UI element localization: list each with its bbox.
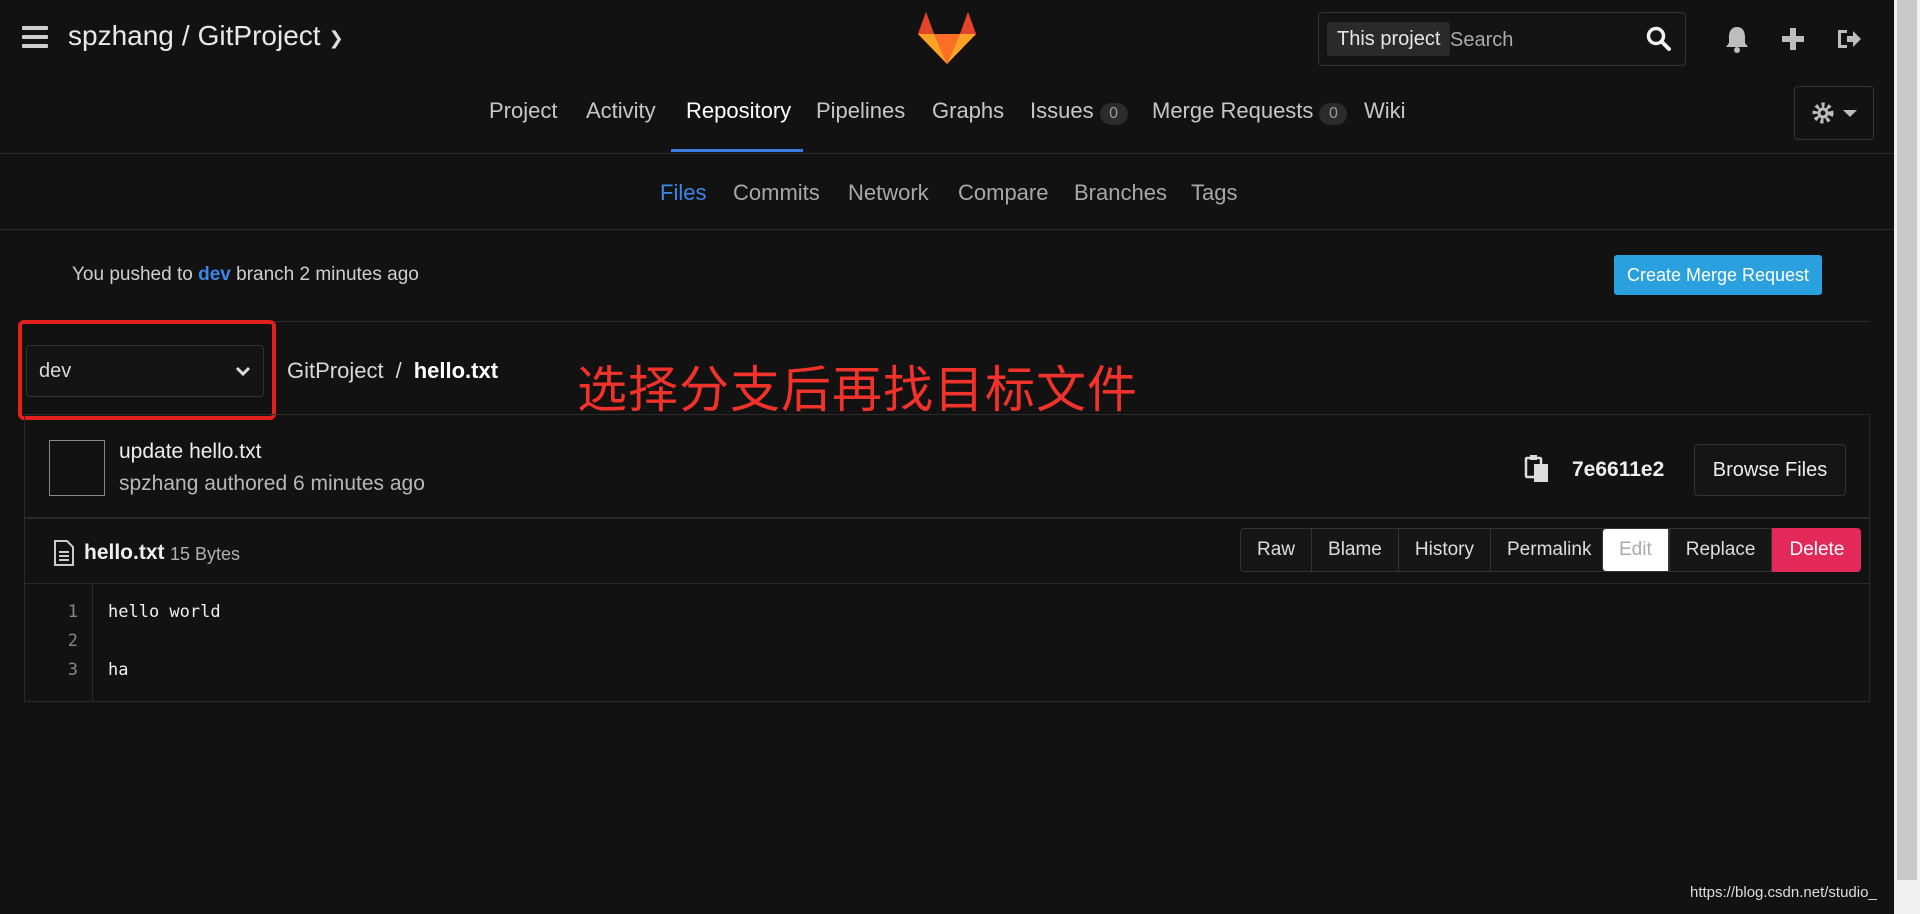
edit-button[interactable]: Edit [1602, 528, 1669, 572]
nav-graphs[interactable]: Graphs [932, 98, 1004, 124]
commit-sha-link[interactable]: 7e6611e2 [1572, 458, 1664, 482]
chevron-down-icon[interactable]: ❯ [329, 28, 344, 49]
sign-out-icon[interactable] [1834, 24, 1864, 54]
blame-button[interactable]: Blame [1311, 528, 1399, 572]
nav-issues[interactable]: Issues 0 [1030, 98, 1128, 125]
breadcrumb-file: hello.txt [413, 358, 499, 383]
push-notice-branch-link[interactable]: dev [198, 264, 231, 285]
hamburger-menu-icon[interactable] [22, 26, 48, 48]
project-nav: Project Activity Repository Pipelines Gr… [0, 86, 1894, 154]
history-button[interactable]: History [1397, 528, 1491, 572]
gitlab-logo-icon[interactable] [918, 12, 976, 64]
breadcrumb-separator: / [395, 358, 402, 383]
search-input[interactable] [1448, 22, 1632, 58]
merge-requests-count-badge: 0 [1319, 103, 1348, 125]
nav-issues-label: Issues [1030, 98, 1094, 123]
subnav-tags[interactable]: Tags [1191, 180, 1237, 206]
nav-activity[interactable]: Activity [586, 98, 656, 124]
commit-title-link[interactable]: update hello.txt [119, 440, 261, 464]
delete-button[interactable]: Delete [1772, 528, 1862, 572]
file-header-divider [24, 583, 1870, 584]
nav-wiki[interactable]: Wiki [1364, 98, 1406, 124]
title-separator: / [181, 20, 190, 51]
line-number[interactable]: 3 [24, 660, 78, 680]
nav-merge-requests-label: Merge Requests [1152, 98, 1314, 123]
file-action-group: Raw Blame History Permalink [1240, 528, 1609, 572]
subnav-compare[interactable]: Compare [958, 180, 1048, 206]
create-merge-request-button[interactable]: Create Merge Request [1614, 255, 1822, 295]
subnav-commits[interactable]: Commits [733, 180, 820, 206]
permalink-button[interactable]: Permalink [1490, 528, 1609, 572]
push-notice-suffix: branch 2 minutes ago [236, 264, 419, 285]
file-edit-group: Edit Replace Delete [1602, 528, 1862, 572]
line-number[interactable]: 2 [24, 631, 78, 651]
project-title[interactable]: spzhang / GitProject ❯ [68, 20, 344, 52]
annotation-text: 选择分支后再找目标文件 [577, 361, 1138, 419]
nav-divider [0, 153, 1894, 154]
push-notice-prefix: You pushed to [72, 264, 193, 285]
notice-divider [24, 321, 1870, 322]
bell-icon[interactable] [1722, 24, 1752, 54]
avatar[interactable] [49, 440, 105, 496]
subnav-network[interactable]: Network [848, 180, 929, 206]
nav-repository[interactable]: Repository [686, 98, 791, 124]
namespace-label[interactable]: spzhang [68, 20, 174, 52]
file-text-icon [54, 540, 74, 566]
code-line: hello world [108, 602, 221, 622]
commit-meta: spzhang authored 6 minutes ago [119, 472, 425, 495]
nav-merge-requests[interactable]: Merge Requests 0 [1152, 98, 1348, 125]
annotation-highlight-box [18, 320, 276, 420]
raw-button[interactable]: Raw [1240, 528, 1313, 572]
browse-files-button[interactable]: Browse Files [1694, 444, 1846, 496]
push-notice: You pushed to dev branch 2 minutes ago [72, 264, 419, 286]
page-scrollbar-thumb[interactable] [1897, 0, 1917, 880]
watermark: https://blog.csdn.net/studio_ [1690, 884, 1877, 901]
active-tab-indicator [671, 149, 803, 152]
subnav-divider [0, 229, 1894, 230]
plus-icon[interactable] [1778, 24, 1808, 54]
nav-project[interactable]: Project [489, 98, 557, 124]
line-number[interactable]: 1 [24, 602, 78, 622]
breadcrumb-project[interactable]: GitProject [287, 358, 384, 384]
subnav-files[interactable]: Files [660, 180, 706, 206]
file-size: 15 Bytes [170, 544, 241, 564]
search-icon[interactable] [1646, 26, 1672, 52]
issues-count-badge: 0 [1099, 103, 1128, 125]
breadcrumb: GitProject / hello.txt [287, 358, 498, 384]
line-number-gutter: 1 2 3 [24, 584, 93, 701]
nav-pipelines[interactable]: Pipelines [816, 98, 905, 124]
code-line: ha [108, 660, 129, 680]
replace-button[interactable]: Replace [1668, 528, 1773, 572]
project-label[interactable]: GitProject [198, 20, 321, 52]
subnav-branches[interactable]: Branches [1074, 180, 1167, 206]
search-scope-chip[interactable]: This project [1327, 22, 1451, 56]
file-name: hello.txt [84, 541, 165, 564]
copy-to-clipboard-icon[interactable] [1524, 455, 1550, 483]
